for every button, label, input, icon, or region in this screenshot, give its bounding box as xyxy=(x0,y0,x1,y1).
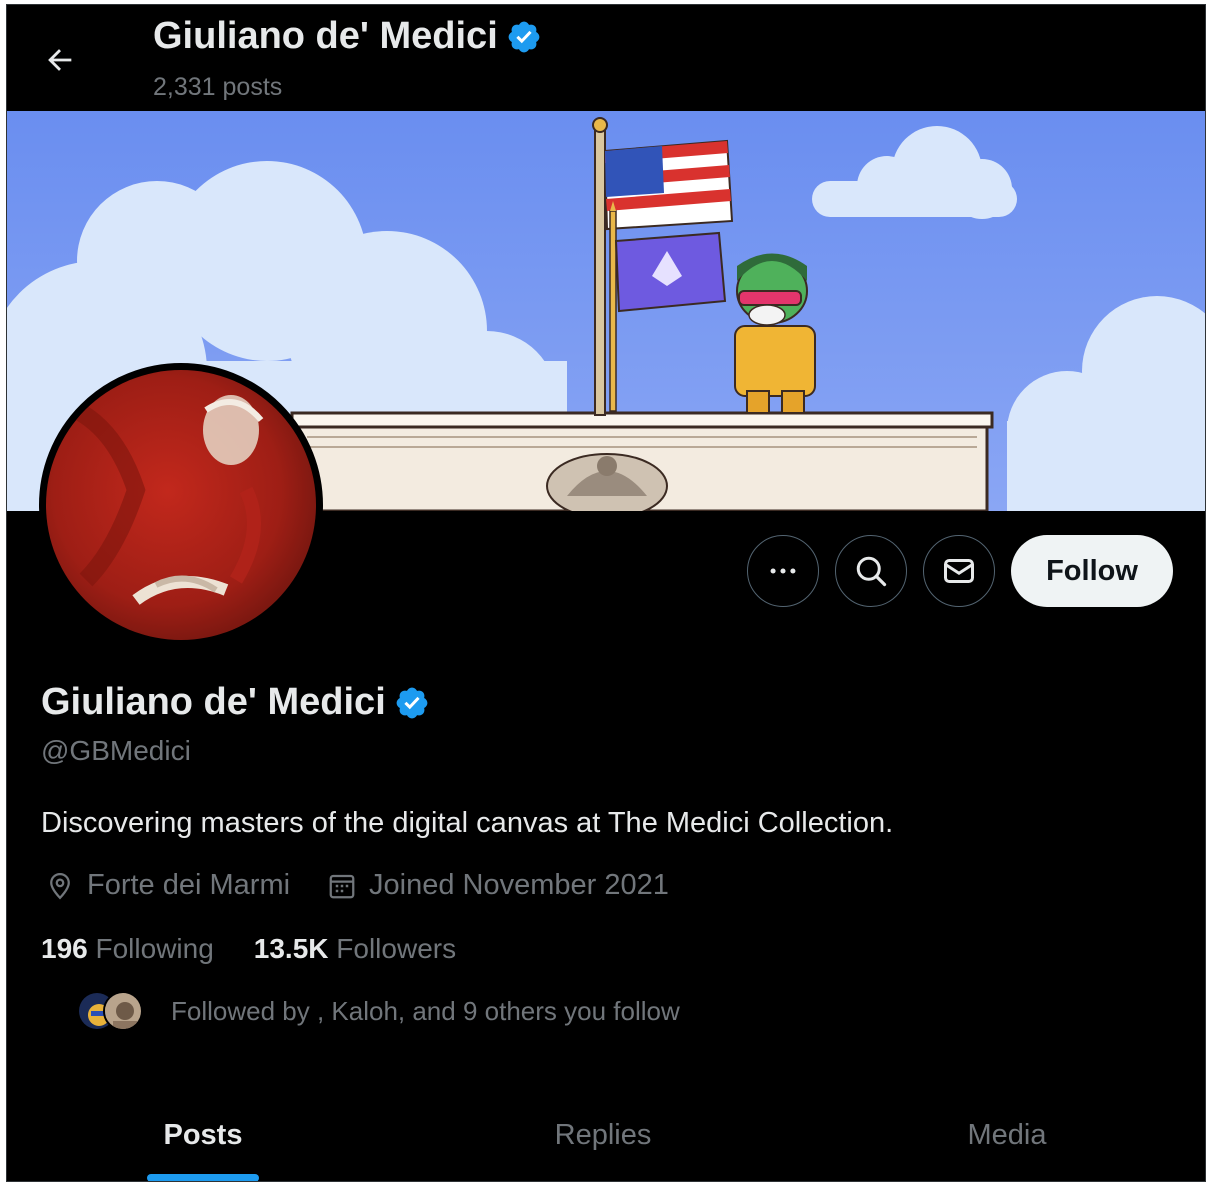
avatar-image xyxy=(46,370,316,640)
follow-button[interactable]: Follow xyxy=(1011,535,1173,607)
more-horizontal-icon xyxy=(770,568,796,574)
location-text: Forte dei Marmi xyxy=(87,869,291,901)
followed-by[interactable]: Followed by , Kaloh, and 9 others you fo… xyxy=(77,991,680,1031)
follower-avatar-image xyxy=(105,993,141,1029)
message-button[interactable] xyxy=(923,535,995,607)
followed-by-text: Followed by , Kaloh, and 9 others you fo… xyxy=(171,995,680,1026)
following-count: 196 xyxy=(41,933,88,964)
profile-name: Giuliano de' Medici xyxy=(41,681,430,724)
profile-avatar[interactable] xyxy=(39,363,323,647)
tab-posts-label: Posts xyxy=(163,1119,243,1151)
location-item: Forte dei Marmi xyxy=(45,869,290,902)
tab-replies[interactable]: Replies xyxy=(399,1089,807,1181)
followers-link[interactable]: 13.5K Followers xyxy=(254,933,456,965)
calendar-icon xyxy=(329,874,355,898)
followers-count: 13.5K xyxy=(253,933,329,964)
verified-badge-icon[interactable] xyxy=(394,685,430,721)
back-button[interactable] xyxy=(37,37,83,83)
profile-stats: 196 Following 13.5K Followers xyxy=(41,933,456,965)
tab-media-label: Media xyxy=(967,1119,1047,1151)
active-tab-indicator xyxy=(147,1174,259,1181)
tab-posts[interactable]: Posts xyxy=(7,1089,399,1181)
top-bar: Giuliano de' Medici 2,331 posts xyxy=(7,5,1205,111)
more-button[interactable] xyxy=(747,535,819,607)
following-label: Following xyxy=(95,933,214,964)
search-profile-button[interactable] xyxy=(835,535,907,607)
joined-text: Joined November 2021 xyxy=(369,869,669,901)
joined-item: Joined November 2021 xyxy=(327,869,669,902)
follower-avatar xyxy=(103,991,143,1031)
header-title: Giuliano de' Medici xyxy=(153,15,542,58)
arrow-left-icon xyxy=(48,49,72,71)
tab-replies-label: Replies xyxy=(554,1119,652,1151)
profile-name-text: Giuliano de' Medici xyxy=(41,681,386,723)
verified-badge-icon xyxy=(508,21,540,52)
profile-handle: @GBMedici xyxy=(41,735,191,766)
location-pin-icon xyxy=(50,872,70,899)
tab-media[interactable]: Media xyxy=(807,1089,1205,1181)
profile-page: Giuliano de' Medici 2,331 posts Follow G… xyxy=(6,4,1206,1182)
header-name: Giuliano de' Medici xyxy=(153,15,498,57)
following-link[interactable]: 196 Following xyxy=(41,933,214,965)
profile-tabs: Posts Replies Media xyxy=(7,1089,1205,1181)
search-icon xyxy=(856,556,887,587)
profile-bio: Discovering masters of the digital canva… xyxy=(41,807,894,839)
followers-label: Followers xyxy=(336,933,457,964)
posts-count: 2,331 posts xyxy=(153,73,283,101)
envelope-icon xyxy=(944,559,974,583)
